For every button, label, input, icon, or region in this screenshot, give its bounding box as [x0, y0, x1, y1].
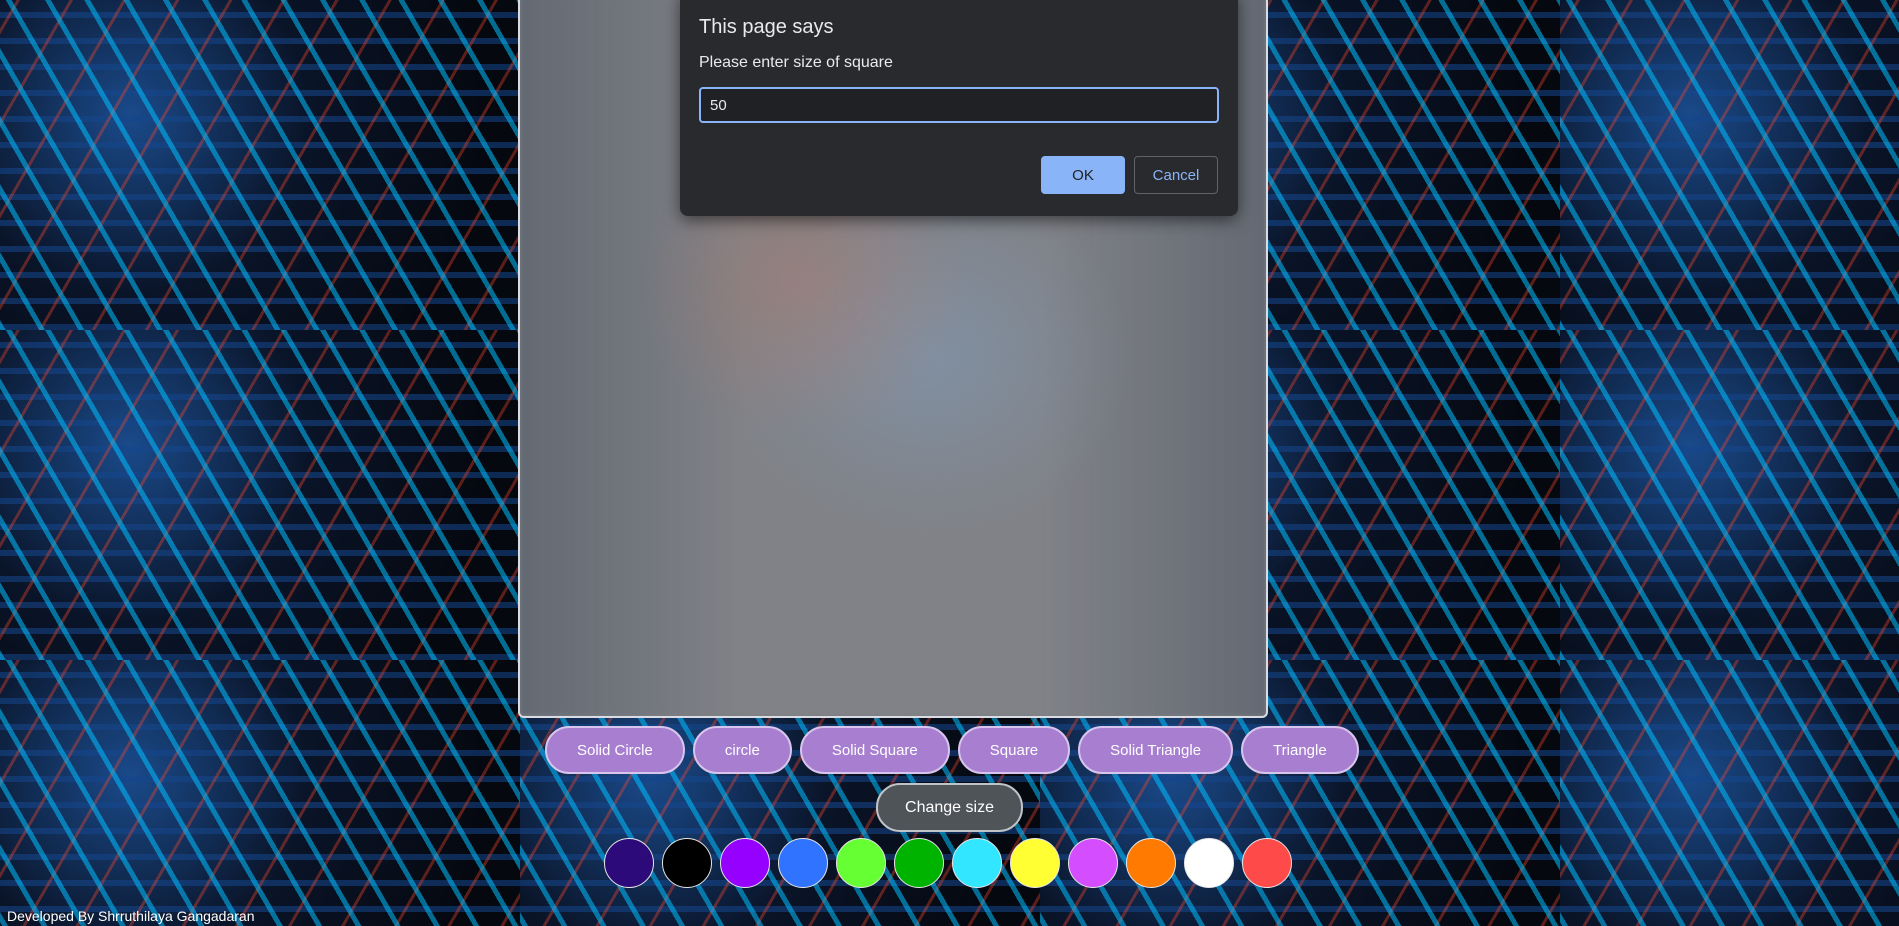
color-swatch-indigo[interactable]	[604, 838, 654, 888]
color-swatch-green[interactable]	[894, 838, 944, 888]
color-swatch-black[interactable]	[662, 838, 712, 888]
cancel-button[interactable]: Cancel	[1134, 156, 1218, 194]
ok-button[interactable]: OK	[1041, 156, 1125, 194]
color-swatch-lime[interactable]	[836, 838, 886, 888]
color-swatch-orange[interactable]	[1126, 838, 1176, 888]
developer-credit: Developed By Shrruthilaya Gangadaran	[7, 908, 255, 924]
solid-square-button[interactable]: Solid Square	[799, 726, 950, 774]
shape-toolbar: Solid Circle circle Solid Square Square …	[545, 726, 1359, 774]
solid-circle-button[interactable]: Solid Circle	[545, 726, 685, 774]
color-swatch-blue[interactable]	[778, 838, 828, 888]
square-button[interactable]: Square	[957, 726, 1071, 774]
color-swatch-yellow[interactable]	[1010, 838, 1060, 888]
dialog-buttons: OK Cancel	[1041, 156, 1218, 194]
dialog-message: Please enter size of square	[699, 54, 893, 71]
color-palette	[604, 838, 1292, 888]
color-swatch-violet[interactable]	[720, 838, 770, 888]
color-swatch-red[interactable]	[1242, 838, 1292, 888]
circle-button[interactable]: circle	[692, 726, 792, 774]
prompt-dialog: This page says Please enter size of squa…	[680, 0, 1238, 216]
color-swatch-magenta[interactable]	[1068, 838, 1118, 888]
color-swatch-white[interactable]	[1184, 838, 1234, 888]
color-swatch-cyan[interactable]	[952, 838, 1002, 888]
triangle-button[interactable]: Triangle	[1241, 726, 1359, 774]
solid-triangle-button[interactable]: Solid Triangle	[1078, 726, 1234, 774]
change-size-button[interactable]: Change size	[876, 783, 1023, 832]
dialog-title: This page says	[699, 16, 834, 38]
square-size-input[interactable]	[699, 87, 1219, 123]
